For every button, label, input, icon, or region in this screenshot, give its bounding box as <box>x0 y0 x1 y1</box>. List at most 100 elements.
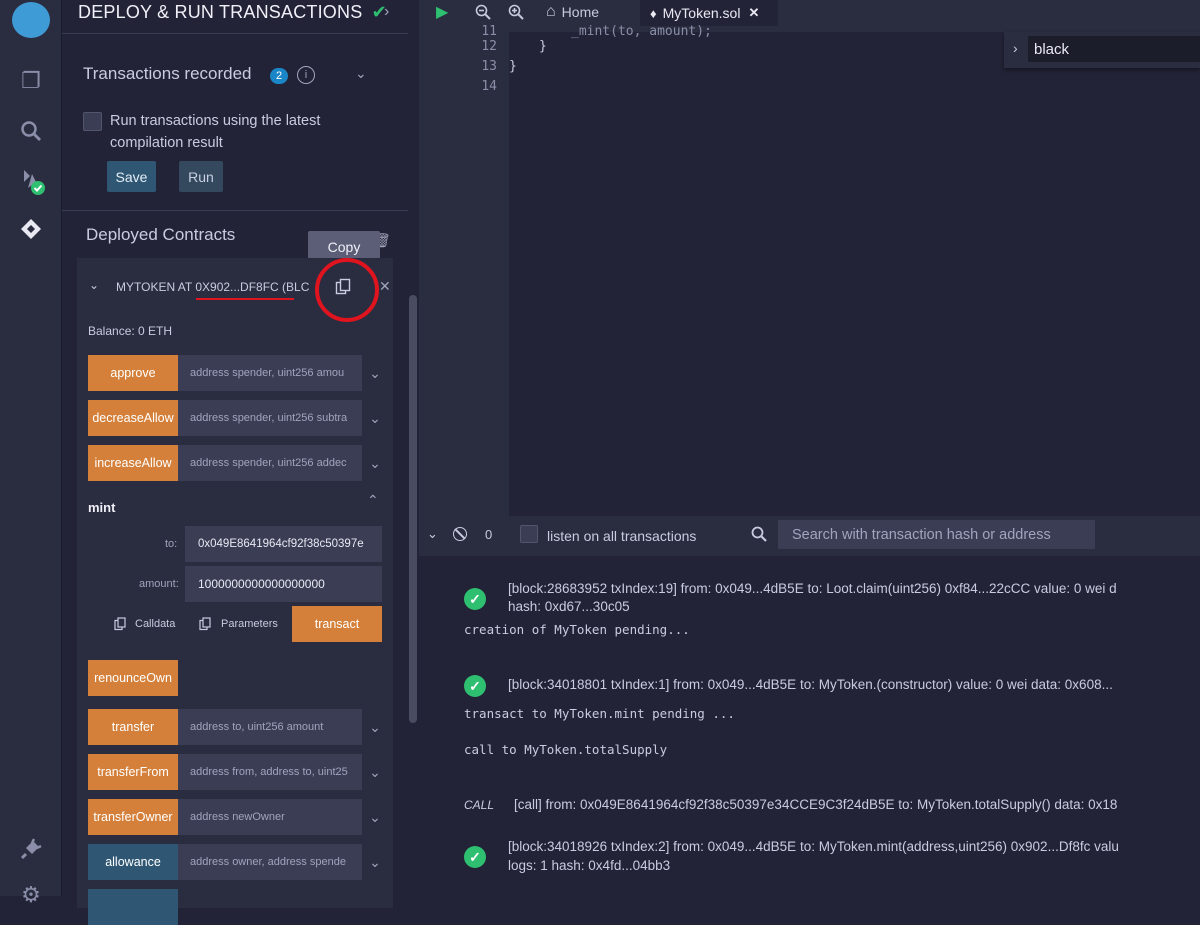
mint-to-label: to: <box>165 538 178 550</box>
tx-recorded-label: Transactions recorded <box>83 64 252 83</box>
deployed-contracts-title: Deployed Contracts <box>86 225 236 244</box>
chevron-right-icon[interactable]: › <box>384 3 389 21</box>
calldata-copy-icon[interactable] <box>114 617 127 631</box>
call-log-line[interactable]: [call] from: 0x049E8641964cf92f38c50397e… <box>514 797 1117 812</box>
fn-renounce-ownership-button[interactable]: renounceOwn <box>88 660 178 696</box>
line-number: 11 <box>481 24 497 39</box>
chevron-down-icon[interactable]: ⌄ <box>365 709 385 745</box>
listen-checkbox[interactable] <box>520 525 538 543</box>
terminal-output: ✓ [block:28683952 txIndex:19] from: 0x04… <box>419 556 1200 896</box>
remix-logo-icon[interactable] <box>12 2 50 38</box>
fn-allowance-input[interactable]: address owner, address spende <box>178 844 362 880</box>
chevron-down-icon[interactable]: ⌄ <box>355 65 367 82</box>
calldata-label[interactable]: Calldata <box>135 618 175 630</box>
tx-log-hash: logs: 1 hash: 0x4fd...04bb3 <box>508 858 671 873</box>
log-line: creation of MyToken pending... <box>464 622 690 637</box>
listen-label: listen on all transactions <box>547 528 697 544</box>
line-number: 14 <box>481 79 497 94</box>
fn-decrease-allowance-input[interactable]: address spender, uint256 subtra <box>178 400 362 436</box>
tx-search-placeholder: Search with transaction hash or address <box>792 526 1051 543</box>
chevron-down-icon[interactable]: ⌄ <box>365 445 385 481</box>
terminal-toolbar: ⌄ 0 listen on all transactions Search wi… <box>419 516 1200 556</box>
fn-next-button[interactable] <box>88 889 178 925</box>
line-number: 12 <box>481 39 497 54</box>
fn-decrease-allowance-button[interactable]: decreaseAllow <box>88 400 178 436</box>
run-button[interactable]: Run <box>179 161 223 192</box>
panel-title-text: DEPLOY & RUN TRANSACTIONS <box>78 2 363 22</box>
chevron-up-icon[interactable]: ⌃ <box>367 492 379 509</box>
chevron-down-icon[interactable]: ⌄ <box>365 355 385 391</box>
tx-count-badge: 2 <box>270 68 288 84</box>
tx-log-line[interactable]: [block:28683952 txIndex:19] from: 0x049.… <box>508 581 1117 596</box>
fn-increase-allowance-input[interactable]: address spender, uint256 addec <box>178 445 362 481</box>
play-icon[interactable]: ▶ <box>436 0 448 24</box>
fn-increase-allowance-button[interactable]: increaseAllow <box>88 445 178 481</box>
contract-address-label[interactable]: MYTOKEN AT 0X902...DF8FC (BLC <box>116 280 312 294</box>
tx-log-line[interactable]: [block:34018801 txIndex:1] from: 0x049..… <box>508 677 1113 692</box>
chevron-down-icon[interactable]: ⌄ <box>365 844 385 880</box>
fn-allowance-button[interactable]: allowance <box>88 844 178 880</box>
fn-approve-button[interactable]: approve <box>88 355 178 391</box>
info-icon[interactable]: i <box>297 66 315 84</box>
panel-scrollbar[interactable] <box>409 295 417 723</box>
clear-icon[interactable] <box>453 527 467 541</box>
tab-file-label: MyToken.sol <box>662 5 741 21</box>
deploy-run-icon[interactable] <box>16 214 46 244</box>
tab-home-label: Home <box>561 4 600 20</box>
fn-transfer-button[interactable]: transfer <box>88 709 178 745</box>
home-icon: ⌂ <box>546 3 556 20</box>
contract-card: ⌄ MYTOKEN AT 0X902...DF8FC (BLC ✕ Balanc… <box>77 258 393 925</box>
search-icon <box>751 526 767 547</box>
close-icon[interactable]: ✕ <box>379 278 391 295</box>
icon-rail: ❐ ⚙ <box>0 0 62 907</box>
parameters-copy-icon[interactable] <box>199 617 212 631</box>
pending-count: 0 <box>485 527 493 542</box>
zoom-out-icon[interactable] <box>475 0 491 24</box>
compiler-icon[interactable] <box>16 166 46 196</box>
chevron-right-icon[interactable]: › <box>1013 40 1018 56</box>
fn-transfer-ownership-input[interactable]: address newOwner <box>178 799 362 835</box>
mint-title: mint <box>88 500 116 515</box>
save-button[interactable]: Save <box>107 161 156 192</box>
run-latest-line2: compilation result <box>110 135 223 151</box>
tab-home[interactable]: ⌂ Home <box>546 0 599 24</box>
code-line: _mint(to, amount); <box>571 24 712 39</box>
tx-search-input[interactable]: Search with transaction hash or address <box>778 520 1095 549</box>
success-icon: ✓ <box>464 675 486 697</box>
mint-to-input[interactable]: 0x049E8641964cf92f38c50397e <box>185 526 382 562</box>
search-icon[interactable] <box>16 116 46 146</box>
success-icon: ✓ <box>464 588 486 610</box>
run-latest-checkbox[interactable] <box>83 112 102 131</box>
file-explorer-icon[interactable]: ❐ <box>16 66 46 96</box>
fn-approve-input[interactable]: address spender, uint256 amou <box>178 355 362 391</box>
code-editor[interactable]: 11 12 13 14 } } _mint(to, amount); <box>419 24 1200 516</box>
chevron-down-icon[interactable]: ⌄ <box>365 400 385 436</box>
collapse-icon[interactable]: ⌄ <box>427 526 438 542</box>
transact-button[interactable]: transact <box>292 606 382 642</box>
tx-log-hash: hash: 0xd67...30c05 <box>508 599 630 614</box>
fn-transfer-input[interactable]: address to, uint256 amount <box>178 709 362 745</box>
tab-file[interactable]: ♦ MyToken.sol ✕ <box>640 0 778 26</box>
find-widget: › black <box>1004 32 1200 68</box>
tx-log-line[interactable]: [block:34018926 txIndex:2] from: 0x049..… <box>508 839 1119 854</box>
fn-transfer-from-button[interactable]: transferFrom <box>88 754 178 790</box>
close-icon[interactable]: ✕ <box>748 5 759 21</box>
plugin-manager-icon[interactable] <box>16 834 46 864</box>
find-input[interactable]: black <box>1028 36 1200 62</box>
chevron-down-icon[interactable]: ⌄ <box>365 799 385 835</box>
annotation-circle <box>315 258 379 322</box>
success-icon: ✓ <box>464 846 486 868</box>
mint-amount-input[interactable]: 1000000000000000000 <box>185 566 382 602</box>
run-latest-label: Run transactions using the latest compil… <box>110 110 350 154</box>
solidity-icon: ♦ <box>650 5 657 21</box>
fn-transfer-from-input[interactable]: address from, address to, uint25 <box>178 754 362 790</box>
parameters-label[interactable]: Parameters <box>221 618 278 630</box>
deploy-run-panel: DEPLOY & RUN TRANSACTIONS ✔ › Transactio… <box>62 0 419 925</box>
mint-amount-label: amount: <box>139 578 179 590</box>
chevron-down-icon[interactable]: ⌄ <box>365 754 385 790</box>
fn-transfer-ownership-button[interactable]: transferOwner <box>88 799 178 835</box>
chevron-down-icon[interactable]: ⌄ <box>89 278 99 292</box>
settings-icon[interactable]: ⚙ <box>16 880 46 910</box>
transactions-recorded-title[interactable]: Transactions recorded <box>83 64 252 84</box>
zoom-in-icon[interactable] <box>508 0 524 24</box>
